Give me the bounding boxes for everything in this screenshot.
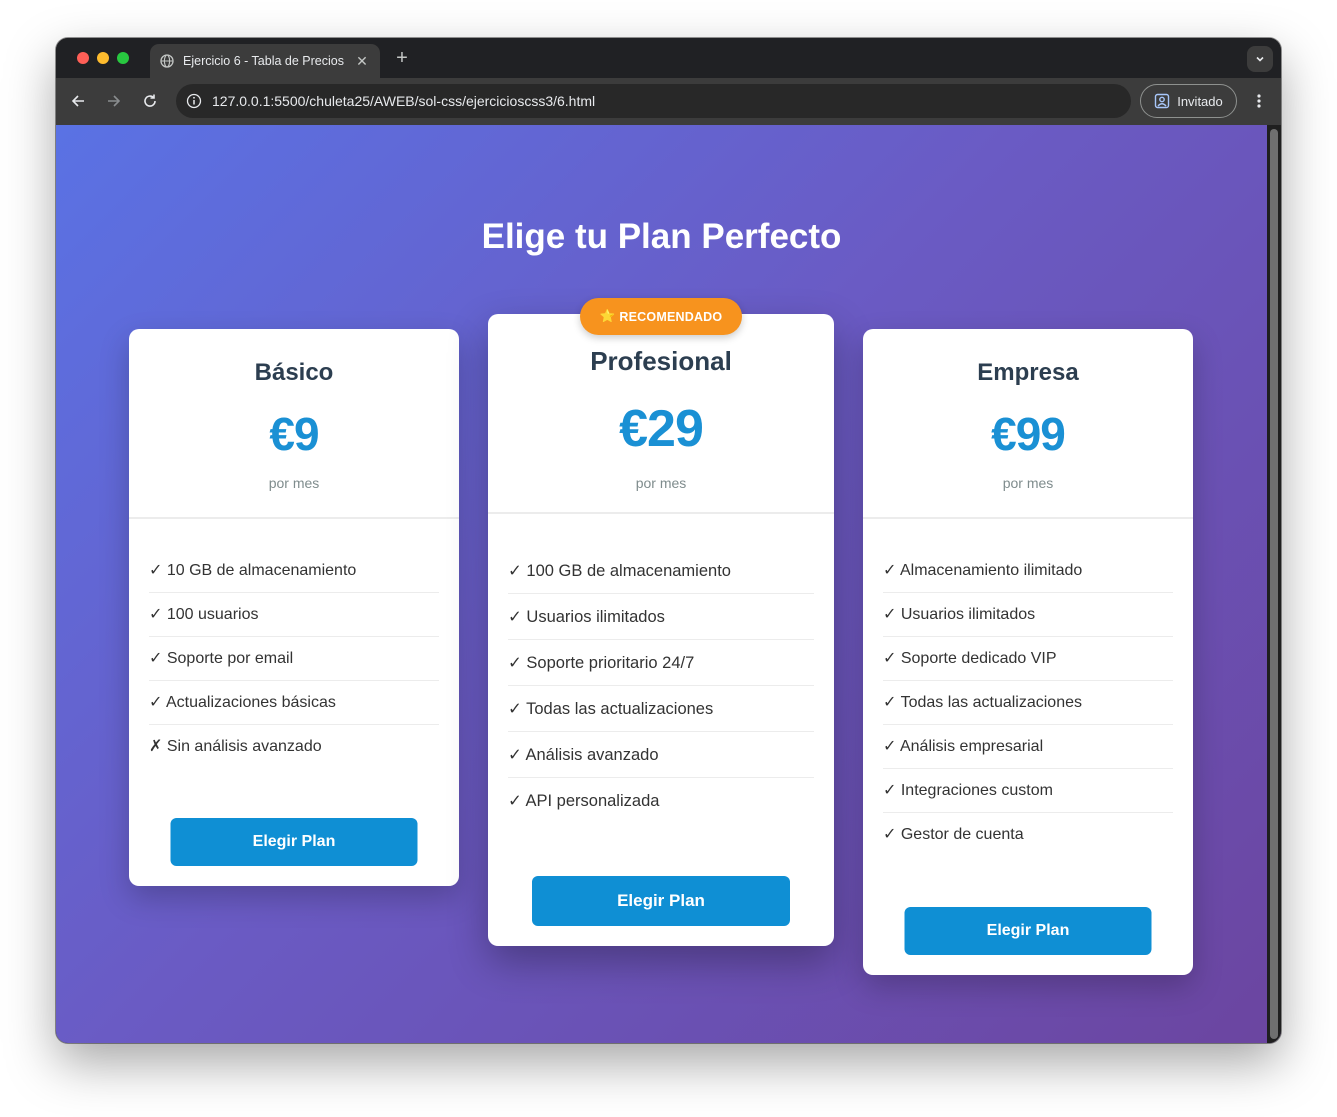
plan-price: €9 (269, 408, 319, 460)
feature-item: ✓ Almacenamiento ilimitado (883, 549, 1173, 593)
page-title: Elige tu Plan Perfecto (481, 217, 842, 256)
globe-icon (160, 54, 174, 68)
star-icon: ⭐ (599, 309, 616, 323)
plan-card-enterprise: Empresa €99 por mes ✓ Almacenamiento ili… (863, 329, 1193, 975)
more-vertical-icon (1257, 94, 1261, 108)
feature-item: ✓ Usuarios ilimitados (508, 594, 814, 640)
feature-list: ✓ 10 GB de almacenamiento ✓ 100 usuarios… (129, 519, 459, 769)
plan-price: €29 (619, 400, 704, 458)
new-tab-button[interactable]: + (392, 47, 412, 69)
feature-item: ✗ Sin análisis avanzado (149, 738, 322, 755)
feature-item: ✓ Soporte dedicado VIP (883, 637, 1173, 681)
feature-item: ✓ Usuarios ilimitados (883, 593, 1173, 637)
tab-title: Ejercicio 6 - Tabla de Precios (183, 54, 344, 68)
plan-card-professional: ⭐ RECOMENDADO Profesional €29 por mes ✓ … (488, 298, 834, 946)
address-bar[interactable]: 127.0.0.1:5500/chuleta25/AWEB/sol-css/ej… (176, 84, 1131, 118)
plan-name: Empresa (977, 359, 1079, 386)
feature-item: ✓ Soporte por email (149, 637, 439, 681)
feature-list: ✓ 100 GB de almacenamiento ✓ Usuarios il… (488, 514, 834, 824)
tab-search-button[interactable] (1247, 46, 1273, 72)
feature-item: ✓ Análisis avanzado (508, 732, 814, 778)
feature-item: ✓ Actualizaciones básicas (149, 681, 439, 725)
page-viewport: Elige tu Plan Perfecto Básico €9 por mes… (56, 125, 1281, 1043)
profile-label: Invitado (1177, 93, 1223, 109)
feature-item: ✓ Todas las actualizaciones (883, 681, 1173, 725)
plan-period: por mes (1002, 475, 1054, 491)
arrow-left-icon (71, 95, 84, 107)
profile-icon (1155, 93, 1170, 109)
profile-button[interactable]: Invitado (1140, 84, 1237, 118)
feature-item: ✓ Gestor de cuenta (883, 826, 1024, 843)
scrollbar-thumb[interactable] (1270, 129, 1278, 1039)
plan-price: €99 (991, 408, 1066, 460)
choose-plan-button-professional[interactable]: Elegir Plan (532, 876, 790, 926)
feature-item: ✓ API personalizada (508, 792, 660, 810)
plan-header: Básico €9 por mes (129, 329, 459, 519)
feature-item: ✓ Integraciones custom (883, 769, 1173, 813)
url-text: 127.0.0.1:5500/chuleta25/AWEB/sol-css/ej… (212, 93, 596, 109)
reload-icon (144, 94, 156, 107)
browser-window: Ejercicio 6 - Tabla de Precios ✕ + 127.0… (56, 38, 1281, 1043)
plan-period: por mes (268, 475, 320, 491)
tab-strip: Ejercicio 6 - Tabla de Precios ✕ + (56, 38, 1281, 78)
browser-toolbar: 127.0.0.1:5500/chuleta25/AWEB/sol-css/ej… (56, 78, 1281, 125)
tab-active[interactable]: Ejercicio 6 - Tabla de Precios ✕ (150, 44, 380, 78)
plan-name: Básico (254, 359, 334, 386)
feature-item: ✓ 10 GB de almacenamiento (149, 549, 439, 593)
feature-item: ✓ Análisis empresarial (883, 725, 1173, 769)
browser-menu-button[interactable] (1248, 90, 1270, 112)
tab-close-icon[interactable]: ✕ (354, 53, 370, 70)
maximize-window-button[interactable] (117, 52, 129, 64)
badge-label: RECOMENDADO (619, 309, 723, 324)
reload-button[interactable] (139, 90, 161, 112)
feature-item: ✓ 100 GB de almacenamiento (508, 548, 814, 594)
site-info-icon[interactable] (186, 93, 202, 109)
page-scrollbar[interactable] (1267, 125, 1281, 1043)
plan-name: Profesional (590, 346, 732, 376)
feature-item: ✓ 100 usuarios (149, 593, 439, 637)
minimize-window-button[interactable] (97, 52, 109, 64)
feature-item: ✓ Soporte prioritario 24/7 (508, 640, 814, 686)
plan-card-basic: Básico €9 por mes ✓ 10 GB de almacenamie… (129, 329, 459, 886)
plan-period: por mes (635, 475, 687, 491)
feature-item: ✓ Todas las actualizaciones (508, 686, 814, 732)
chevron-down-icon (1256, 56, 1264, 62)
recommended-badge: ⭐ RECOMENDADO (580, 298, 742, 335)
choose-plan-button-basic[interactable]: Elegir Plan (170, 818, 418, 866)
feature-list: ✓ Almacenamiento ilimitado ✓ Usuarios il… (863, 519, 1193, 857)
forward-button[interactable] (103, 90, 125, 112)
plan-header: Empresa €99 por mes (863, 329, 1193, 519)
choose-plan-button-enterprise[interactable]: Elegir Plan (904, 907, 1152, 955)
back-button[interactable] (67, 90, 89, 112)
arrow-right-icon (108, 95, 121, 107)
close-window-button[interactable] (77, 52, 89, 64)
plan-header: Profesional €29 por mes (488, 314, 834, 514)
